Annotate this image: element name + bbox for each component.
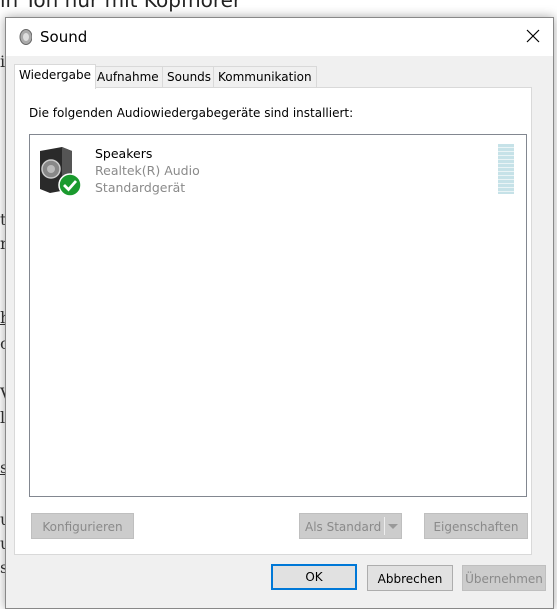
device-list[interactable]: Speakers Realtek(R) Audio Standardgerät [29, 134, 527, 497]
speaker-device-icon [40, 147, 82, 197]
speaker-icon [19, 29, 32, 45]
tab-aufnahme[interactable]: Aufnahme [92, 66, 164, 88]
ok-button[interactable]: OK [271, 564, 357, 590]
chevron-down-icon[interactable] [384, 517, 401, 535]
dialog-title: Sound [40, 28, 88, 46]
instruction-label: Die folgenden Audiowiedergabegeräte sind… [29, 106, 354, 120]
device-name: Speakers [95, 146, 153, 161]
background-heading: in Ton nur mit Kopfhörer [0, 0, 242, 12]
tab-wiedergabe[interactable]: Wiedergabe [14, 64, 97, 89]
green-check-icon [58, 173, 82, 197]
tab-panel: Die folgenden Audiowiedergabegeräte sind… [14, 87, 532, 555]
set-default-button[interactable]: Als Standard [299, 513, 402, 539]
properties-button[interactable]: Eigenschaften [424, 513, 528, 539]
title-bar[interactable]: Sound [6, 18, 553, 56]
tab-sounds[interactable]: Sounds [162, 66, 217, 88]
sound-dialog: Sound Wiedergabe Aufnahme Sounds Kommuni… [5, 17, 554, 609]
tab-kommunikation[interactable]: Kommunikation [213, 66, 317, 88]
device-status: Standardgerät [95, 180, 186, 195]
close-icon[interactable] [523, 26, 543, 46]
volume-level-meter [498, 144, 514, 194]
device-driver: Realtek(R) Audio [95, 163, 200, 178]
set-default-label: Als Standard [305, 520, 382, 534]
apply-button[interactable]: Übernehmen [462, 565, 546, 591]
configure-button[interactable]: Konfigurieren [31, 513, 134, 539]
cancel-button[interactable]: Abbrechen [367, 565, 453, 591]
